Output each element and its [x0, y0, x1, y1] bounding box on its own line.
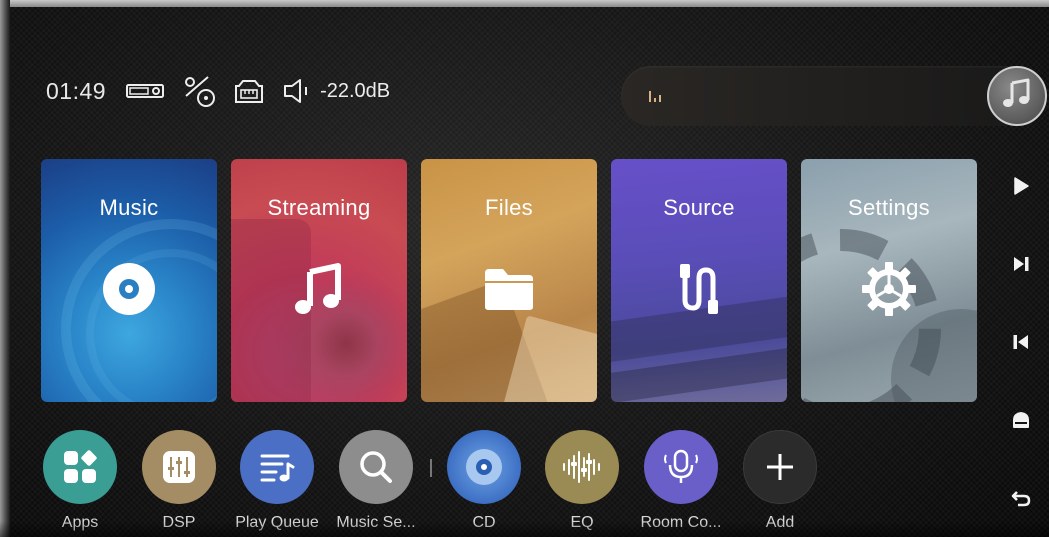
volume-readout: -22.0dB [320, 79, 391, 102]
cd-icon [447, 430, 521, 504]
search-icon [339, 430, 413, 504]
apps-icon [43, 430, 117, 504]
tile-settings[interactable]: Settings [801, 159, 977, 402]
dock-room-correction[interactable]: Room Co... [636, 430, 726, 532]
dock-label-play-queue: Play Queue [235, 514, 319, 531]
now-playing-artwork[interactable] [987, 66, 1047, 126]
dock-add[interactable]: Add [735, 430, 825, 532]
clock: 01:49 [46, 77, 107, 104]
cable-icon [676, 262, 722, 316]
tile-files[interactable]: Files [421, 159, 597, 402]
dock-music-search[interactable]: Music Se... [331, 430, 421, 532]
projector-icon [126, 81, 165, 101]
back-button[interactable] [1005, 484, 1037, 516]
dock-eq[interactable]: EQ [537, 430, 627, 532]
eq-icon [545, 430, 619, 504]
tile-label-settings: Settings [848, 195, 930, 220]
gear-icon [861, 261, 917, 317]
next-button[interactable] [1005, 250, 1037, 282]
dock-label-cd: CD [472, 514, 496, 531]
folder-icon [483, 267, 535, 311]
music-note-icon [294, 262, 344, 316]
dock-play-queue[interactable]: Play Queue [232, 430, 322, 532]
back-icon [1011, 489, 1031, 512]
tile-streaming[interactable]: Streaming [231, 159, 407, 402]
previous-icon [1012, 333, 1030, 356]
status-bar: 01:49 -22.0dB [46, 74, 390, 108]
disc-icon [101, 261, 157, 317]
next-icon [1012, 255, 1030, 278]
tile-label-source: Source [663, 195, 735, 220]
percent-disc-icon [182, 74, 216, 108]
home-icon [1011, 410, 1031, 435]
dock-label-eq: EQ [570, 514, 594, 531]
device-bezel-left [0, 0, 10, 537]
play-button[interactable] [1005, 172, 1037, 204]
plus-icon [743, 430, 817, 504]
dock-label-room-correction: Room Co... [640, 514, 722, 531]
device-bezel-top [0, 0, 1049, 7]
home-button[interactable] [1005, 406, 1037, 438]
dock-divider [430, 459, 432, 477]
ethernet-icon [234, 78, 264, 104]
tile-source[interactable]: Source [611, 159, 787, 402]
speaker-icon [282, 78, 312, 104]
audio-level-icon [649, 90, 661, 102]
dock-label-add: Add [765, 514, 795, 531]
dock-label-dsp: DSP [162, 514, 196, 531]
dock-apps[interactable]: Apps [35, 430, 125, 532]
dock-cd[interactable]: CD [439, 430, 529, 532]
tile-label-music: Music [99, 195, 159, 220]
now-playing-bar[interactable] [621, 66, 1041, 126]
play-icon [1012, 176, 1030, 200]
dock-dsp[interactable]: DSP [134, 430, 224, 532]
dsp-sliders-icon [142, 430, 216, 504]
dock-label-apps: Apps [61, 514, 99, 531]
dock-label-music-search: Music Se... [336, 514, 416, 531]
home-screen: 01:49 -22.0dB Music Streaming Files Sour… [0, 0, 1049, 537]
tile-music[interactable]: Music [41, 159, 217, 402]
tile-label-files: Files [485, 195, 533, 220]
music-note-icon [1000, 77, 1034, 116]
tile-label-streaming: Streaming [267, 195, 371, 220]
queue-icon [240, 430, 314, 504]
previous-button[interactable] [1005, 328, 1037, 360]
microphone-icon [644, 430, 718, 504]
